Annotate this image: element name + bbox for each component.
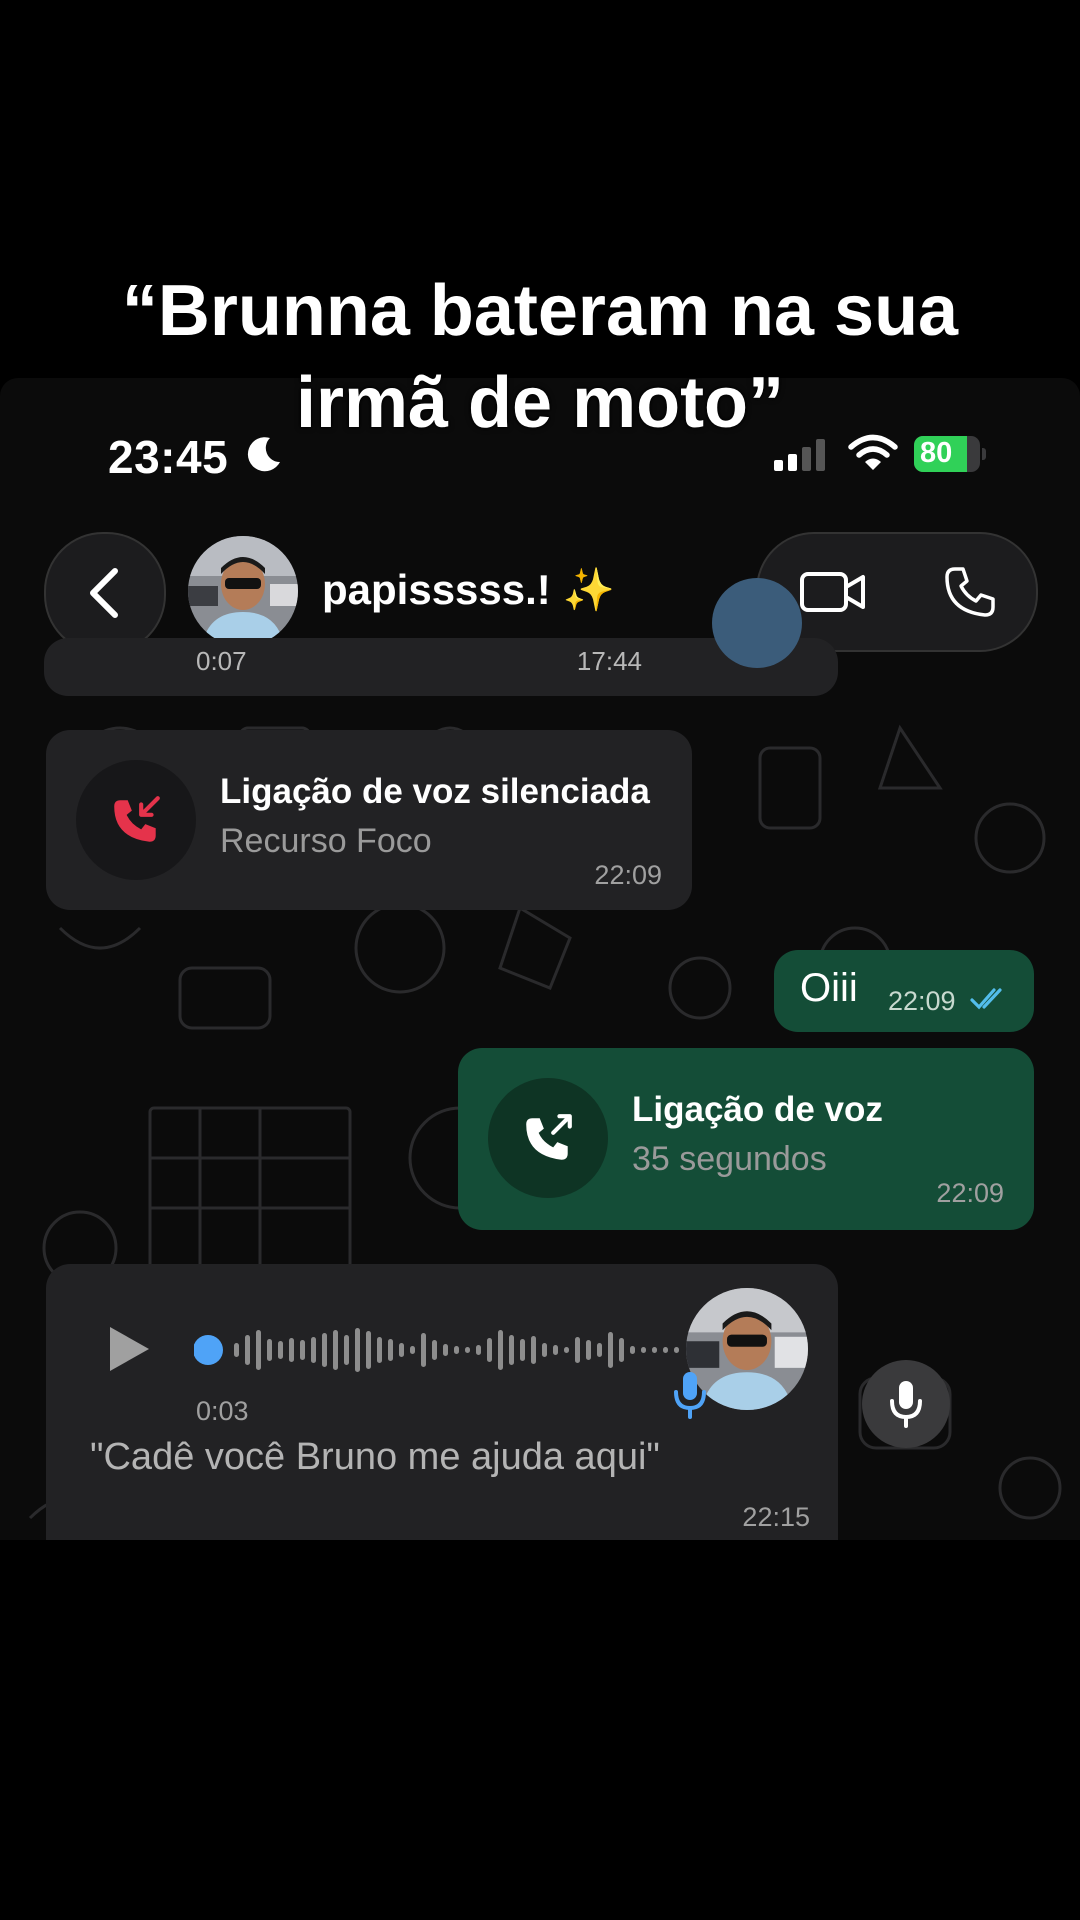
waveform-bar — [553, 1345, 558, 1355]
waveform-bar — [509, 1335, 514, 1365]
call-title: Ligação de voz — [632, 1090, 883, 1129]
waveform-bar — [377, 1337, 382, 1363]
waveform-bar — [267, 1339, 272, 1361]
waveform-bar — [597, 1343, 602, 1357]
read-ticks-icon — [970, 988, 1002, 1010]
contact-avatar[interactable] — [188, 536, 298, 646]
waveform-bar — [234, 1343, 239, 1357]
waveform-bar — [652, 1347, 657, 1353]
waveform-bar — [674, 1347, 679, 1353]
bottom-letterbox — [0, 1540, 1080, 1920]
waveform-bar — [333, 1330, 338, 1370]
missed-call-bubble[interactable]: Ligação de voz silenciada Recurso Foco 2… — [46, 730, 692, 910]
caption-line-2: irmã de moto” — [295, 363, 785, 443]
video-call-icon — [800, 572, 865, 612]
voice-transcript: "Cadê você Bruno me ajuda aqui" — [90, 1436, 660, 1478]
waveform-bar — [410, 1346, 415, 1354]
message-text: Oiii — [800, 966, 858, 1010]
waveform-bar — [542, 1343, 547, 1357]
voice-progress-knob[interactable] — [194, 1335, 223, 1365]
waveform-bar — [454, 1346, 459, 1354]
back-icon — [90, 568, 118, 618]
message-time: 22:09 — [936, 1178, 1004, 1208]
waveform-bar — [641, 1347, 646, 1353]
waveform-bar — [432, 1340, 437, 1360]
chat-screen: 23:45 80 papisssss.! ✨ 0:07 17:44 Ligaçã… — [0, 378, 1080, 1540]
call-subtitle: Recurso Foco — [220, 822, 432, 860]
phone-call-button[interactable] — [930, 560, 1010, 624]
mic-icon — [890, 1381, 922, 1428]
phone-call-icon — [945, 567, 995, 617]
waveform-bar — [608, 1332, 613, 1368]
waveform-bar — [443, 1344, 448, 1356]
voice-call-bubble[interactable]: Ligação de voz 35 segundos 22:09 — [458, 1048, 1034, 1230]
waveform-bar — [256, 1330, 261, 1370]
caption-line-1: “Brunna bateram na sua — [121, 271, 959, 351]
avatar — [712, 578, 802, 668]
play-icon[interactable] — [106, 1324, 152, 1374]
voice-duration: 0:07 — [196, 646, 247, 676]
waveform-bar — [575, 1337, 580, 1363]
waveform-bar — [663, 1347, 668, 1353]
voice-waveform[interactable] — [194, 1322, 684, 1378]
waveform-bar — [619, 1338, 624, 1362]
waveform-bar — [498, 1330, 503, 1370]
waveform-bar — [278, 1341, 283, 1359]
waveform-bar — [245, 1335, 250, 1365]
video-caption: “Brunna bateram na sua irmã de moto” — [0, 265, 1080, 449]
waveform-bar — [289, 1338, 294, 1362]
waveform-bar — [322, 1333, 327, 1367]
waveform-bar — [311, 1337, 316, 1363]
contact-name[interactable]: papisssss.! ✨ — [322, 566, 615, 615]
video-call-button[interactable] — [788, 560, 878, 624]
waveform-bar — [531, 1336, 536, 1364]
back-button[interactable] — [44, 532, 166, 654]
missed-call-icon — [76, 760, 196, 880]
waveform-bar — [388, 1339, 393, 1361]
voice-message-partial[interactable]: 0:07 17:44 — [44, 578, 838, 696]
message-time: 22:15 — [742, 1502, 810, 1532]
outgoing-call-icon — [488, 1078, 608, 1198]
text-message-out[interactable]: Oiii 22:09 — [774, 950, 1034, 1032]
waveform-bar — [300, 1340, 305, 1360]
waveform-bar — [630, 1346, 635, 1354]
waveform-bar — [355, 1328, 360, 1372]
call-title: Ligação de voz silenciada — [220, 772, 650, 811]
waveform-bar — [586, 1340, 591, 1360]
waveform-bar — [487, 1338, 492, 1362]
waveform-bar — [421, 1333, 426, 1367]
voice-note-bubble[interactable]: 0:03 "Cadê você Bruno me ajuda aqui" 22:… — [46, 1264, 838, 1540]
voice-duration: 0:03 — [196, 1396, 249, 1426]
message-time: 17:44 — [576, 646, 642, 676]
speed-mic-button[interactable] — [862, 1360, 950, 1448]
waveform-bar — [344, 1335, 349, 1365]
waveform-bar — [520, 1339, 525, 1361]
call-subtitle: 35 segundos — [632, 1140, 827, 1178]
waveform-bar — [564, 1347, 569, 1353]
waveform-bar — [476, 1345, 481, 1355]
waveform-bar — [366, 1331, 371, 1369]
waveform-bar — [399, 1343, 404, 1357]
message-time: 22:09 — [888, 986, 956, 1016]
waveform-bar — [465, 1347, 470, 1353]
message-time: 22:09 — [594, 860, 662, 890]
mic-icon — [674, 1372, 706, 1419]
